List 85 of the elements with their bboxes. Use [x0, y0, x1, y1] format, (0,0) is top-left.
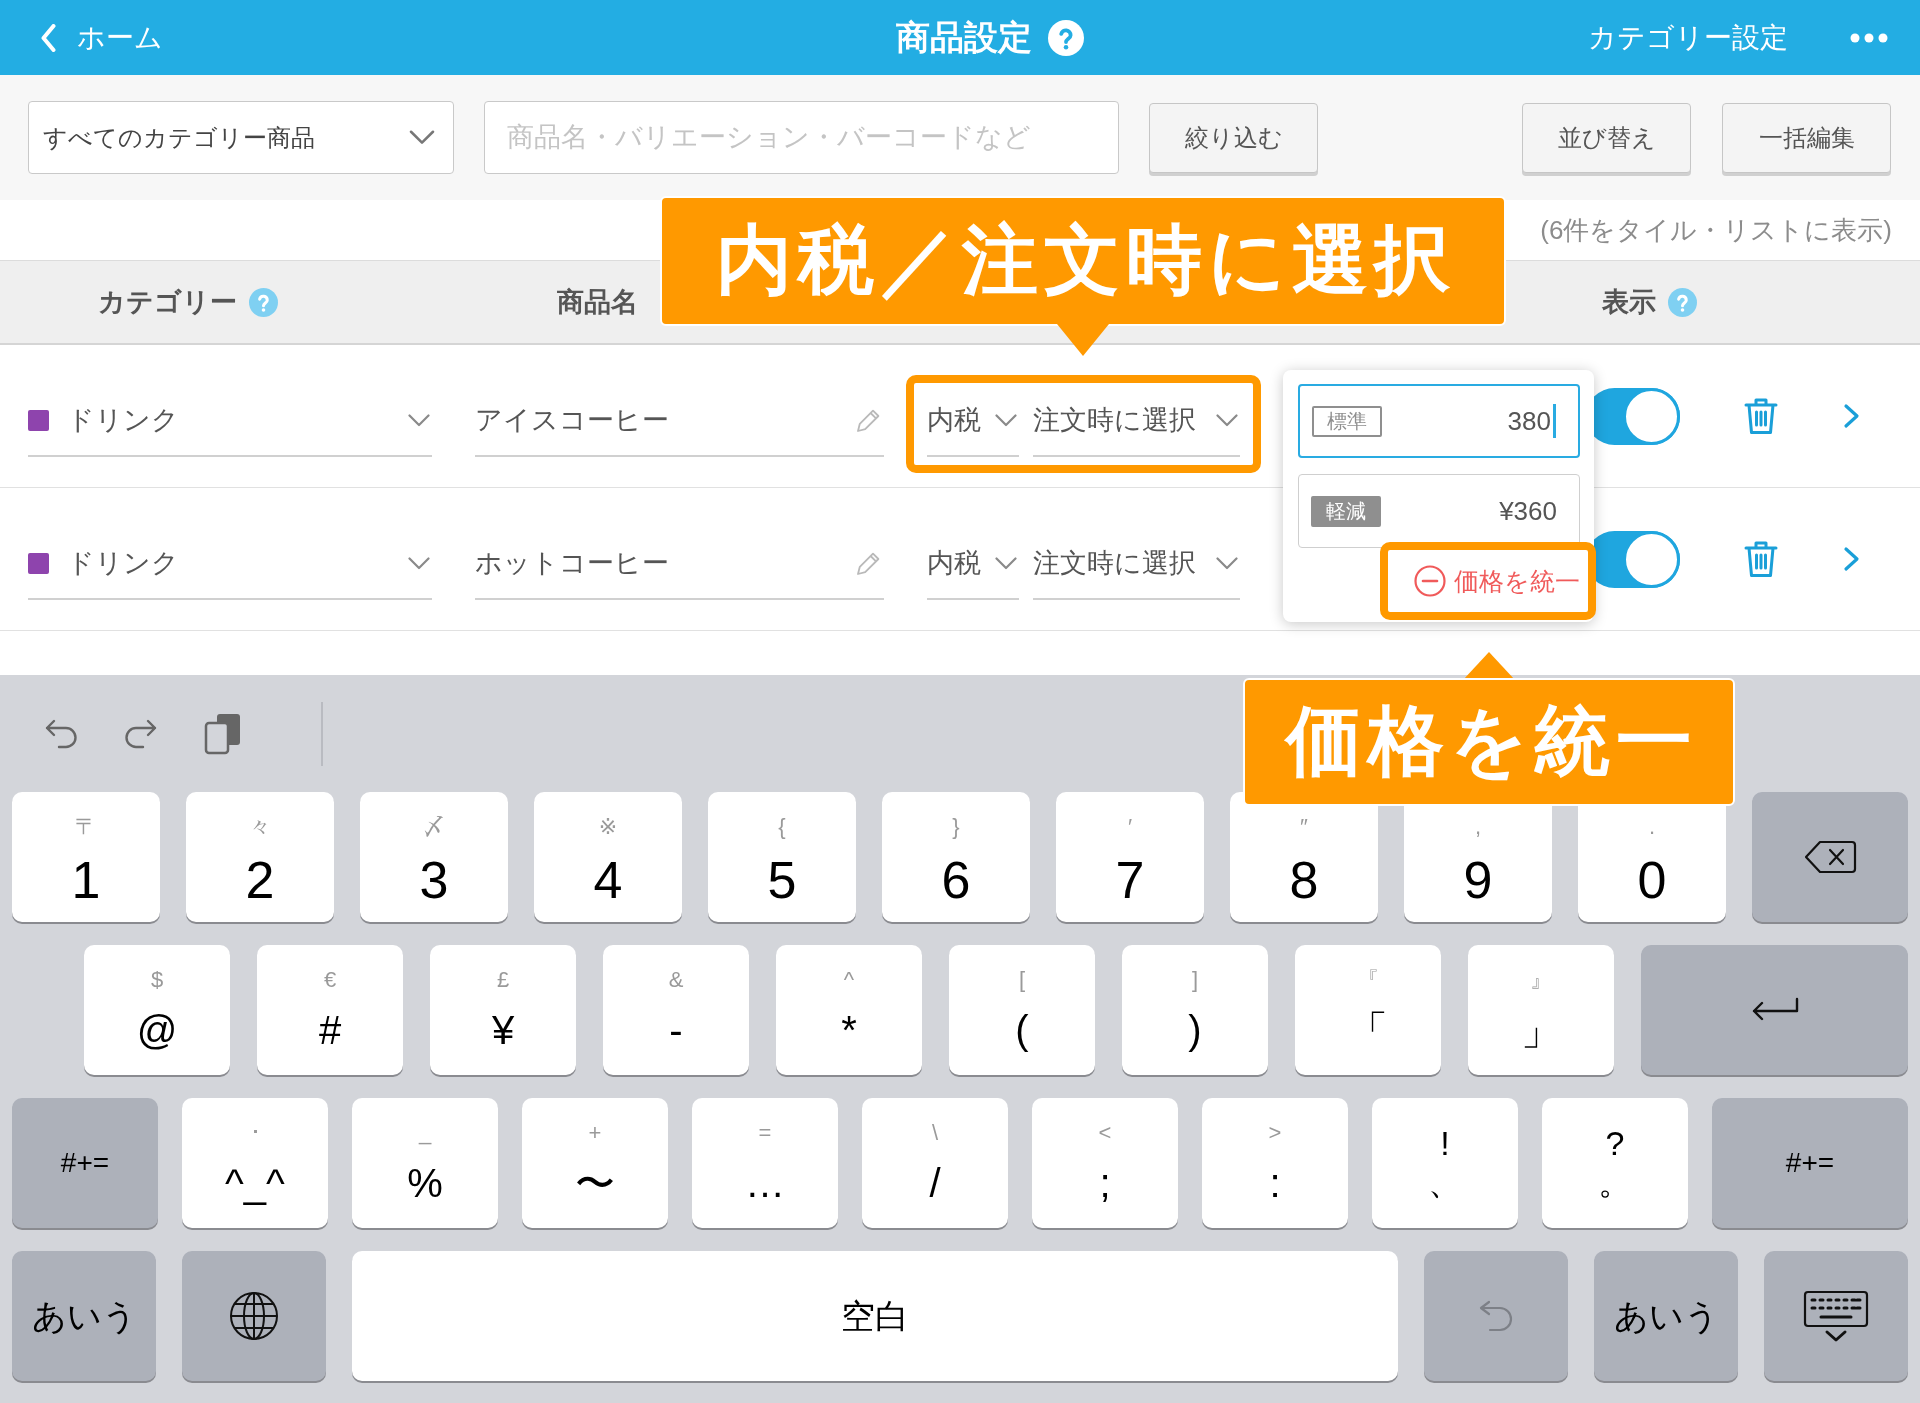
price-field[interactable]: 標準 380	[1298, 384, 1580, 458]
globe-icon	[229, 1291, 279, 1341]
tax-rate-select[interactable]: 注文時に選択	[1033, 528, 1240, 600]
keyboard-key[interactable]: = …	[692, 1098, 838, 1228]
keyboard-key[interactable]: { 5	[708, 792, 856, 922]
rate-badge: 軽減	[1311, 495, 1381, 527]
backspace-key[interactable]	[1752, 792, 1908, 922]
price-field[interactable]: 軽減 ¥360	[1298, 474, 1580, 548]
keyboard-key[interactable]: ! 、	[1372, 1098, 1518, 1228]
keyboard-key[interactable]: _ %	[352, 1098, 498, 1228]
redo-icon[interactable]	[124, 718, 158, 749]
toolbar-button[interactable]: 一括編集	[1722, 102, 1891, 173]
keyboard-key[interactable]: ] )	[1122, 945, 1268, 1075]
function-key[interactable]: #+=	[1712, 1098, 1908, 1228]
function-key[interactable]: あいう	[1594, 1251, 1738, 1381]
minus-circle-icon	[1414, 565, 1446, 597]
keyboard-key[interactable]: } 6	[882, 792, 1030, 922]
column-header: 表示	[1602, 286, 1656, 319]
chevron-right-icon[interactable]	[1843, 546, 1861, 572]
pencil-icon[interactable]	[856, 550, 882, 576]
product-name-field[interactable]: アイスコーヒー	[475, 385, 884, 457]
trash-icon[interactable]	[1744, 397, 1778, 435]
page-title: 商品設定	[896, 16, 1032, 58]
keyboard-key[interactable]: £ ¥	[430, 945, 576, 1075]
rate-badge: 標準	[1312, 405, 1382, 437]
category-select[interactable]: ドリンク	[28, 385, 432, 457]
text-cursor-icon	[1553, 404, 1556, 438]
keyboard-key[interactable]: < ;	[1032, 1098, 1178, 1228]
documents-icon[interactable]	[204, 712, 241, 755]
keyboard-key[interactable]: $ @	[84, 945, 230, 1075]
callout-tooltip: 価格を統一	[1243, 652, 1735, 806]
item-count-text: (6件をタイル・リストに表示)	[1540, 213, 1892, 247]
chevron-down-icon	[408, 556, 430, 570]
keyboard-key[interactable]: 〆 3	[360, 792, 508, 922]
keyboard-key[interactable]: 々 2	[186, 792, 334, 922]
column-header: 商品名	[557, 286, 638, 319]
keyboard-key[interactable]: ′ 7	[1056, 792, 1204, 922]
undo-icon[interactable]	[44, 718, 78, 749]
search-field[interactable]: 商品名・バリエーション・バーコードなど	[484, 101, 1119, 174]
more-icon[interactable]	[1850, 32, 1888, 43]
help-icon[interactable]	[1048, 19, 1084, 56]
chevron-left-icon	[40, 23, 57, 52]
space-key[interactable]: 空白	[352, 1251, 1398, 1381]
chevron-down-icon	[409, 130, 435, 145]
backspace-icon	[1803, 840, 1857, 874]
tax-select[interactable]: 内税	[927, 385, 1019, 457]
chevron-down-icon	[1216, 413, 1238, 427]
keyboard-down-icon	[1803, 1289, 1869, 1343]
keyboard-key[interactable]: 〒 1	[12, 792, 160, 922]
keyboard-key[interactable]: [ (	[949, 945, 1095, 1075]
keyboard-key[interactable]: ･ ^_^	[182, 1098, 328, 1228]
category-select[interactable]: ドリンク	[28, 528, 432, 600]
callout-tooltip: 内税／注文時に選択	[660, 196, 1506, 356]
column-header: カテゴリー	[98, 286, 237, 319]
chevron-down-icon	[1216, 556, 1238, 570]
keyboard-key[interactable]: + 〜	[522, 1098, 668, 1228]
category-dropdown[interactable]: すべてのカテゴリー商品	[28, 101, 454, 174]
keyboard-key[interactable]: 』 」	[1468, 945, 1614, 1075]
keyboard-key[interactable]: ″ 8	[1230, 792, 1378, 922]
product-name-field[interactable]: ホットコーヒー	[475, 528, 884, 600]
keyboard-key[interactable]: \ /	[862, 1098, 1008, 1228]
tax-select[interactable]: 内税	[927, 528, 1019, 600]
keyboard-key[interactable]: 『 「	[1295, 945, 1441, 1075]
chevron-down-icon	[408, 413, 430, 427]
help-icon[interactable]	[1668, 287, 1697, 317]
keyboard-key[interactable]: ※ 4	[534, 792, 682, 922]
keyboard-key[interactable]: ^ *	[776, 945, 922, 1075]
keyboard-key[interactable]: ? 。	[1542, 1098, 1688, 1228]
function-key[interactable]: あいう	[12, 1251, 156, 1381]
undo-icon	[1478, 1300, 1514, 1332]
filter-button[interactable]: 絞り込む	[1149, 102, 1318, 173]
help-icon[interactable]	[249, 287, 278, 317]
chevron-down-icon	[995, 556, 1017, 570]
hide-keyboard-key[interactable]	[1764, 1251, 1908, 1381]
keyboard-key[interactable]: & -	[603, 945, 749, 1075]
keyboard-key[interactable]: € #	[257, 945, 403, 1075]
language-key[interactable]	[182, 1251, 326, 1381]
tax-rate-select[interactable]: 注文時に選択	[1033, 385, 1240, 457]
chevron-right-icon[interactable]	[1843, 403, 1861, 429]
keyboard-key[interactable]: > :	[1202, 1098, 1348, 1228]
chevron-down-icon	[995, 413, 1017, 427]
trash-icon[interactable]	[1744, 540, 1778, 578]
pencil-icon[interactable]	[856, 407, 882, 433]
toolbar-button[interactable]: 並び替え	[1522, 102, 1691, 173]
function-key[interactable]: #+=	[12, 1098, 158, 1228]
